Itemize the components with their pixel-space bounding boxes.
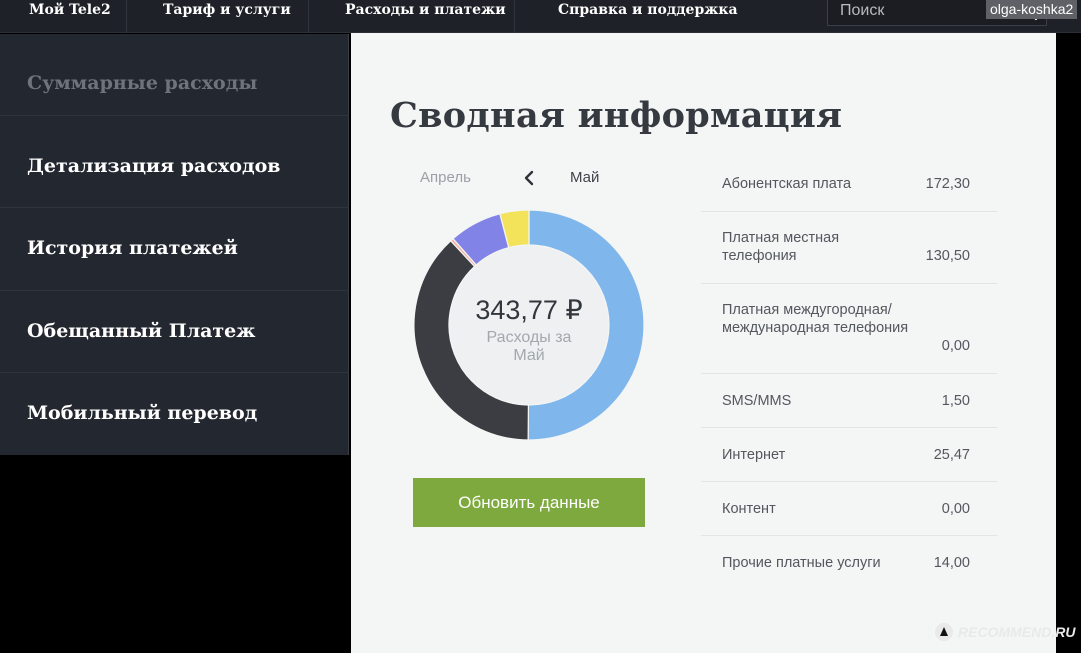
expense-label: Платная междугородная/ международная тел… bbox=[722, 302, 909, 336]
total-caption: Расходы за Май bbox=[486, 329, 572, 364]
expense-label: Абонентская плата bbox=[722, 176, 852, 192]
expense-label: Контент bbox=[722, 501, 776, 517]
expense-label: Платная местная телефония bbox=[722, 230, 840, 264]
nav-divider bbox=[126, 0, 127, 33]
user-name[interactable]: olga-koshka2 bbox=[986, 0, 1078, 19]
top-navigation: Мой Tele2 Тариф и услуги Расходы и плате… bbox=[0, 0, 1081, 33]
expense-value: 25,47 bbox=[933, 447, 970, 463]
page-title: Сводная информация bbox=[390, 95, 843, 136]
sidebar-item-expense-details[interactable]: Детализация расходов bbox=[0, 126, 349, 208]
recommend-logo-icon bbox=[935, 623, 953, 641]
sidebar-item-mobile-transfer[interactable]: Мобильный перевод bbox=[0, 373, 349, 455]
expense-row: SMS/MMS 1,50 bbox=[701, 374, 997, 428]
prev-month-link[interactable]: Апрель bbox=[420, 169, 471, 186]
expense-row: Прочие платные услуги 14,00 bbox=[701, 536, 997, 590]
watermark: RECOMMEND.RU bbox=[934, 620, 1075, 644]
chevron-left-icon[interactable] bbox=[523, 170, 535, 186]
nav-help-support[interactable]: Справка и поддержка bbox=[558, 0, 738, 33]
expense-value: 14,00 bbox=[933, 555, 970, 571]
expense-row: Платная местная телефония 130,50 bbox=[701, 212, 997, 284]
main-panel: Сводная информация Апрель Май 343,77 ₽ Р… bbox=[351, 33, 1056, 653]
expense-value: 130,50 bbox=[925, 248, 970, 264]
expense-row: Абонентская плата 172,30 bbox=[701, 158, 997, 212]
refresh-data-button[interactable]: Обновить данные bbox=[413, 478, 645, 527]
sidebar-item-label: Обещанный Платеж bbox=[27, 320, 256, 342]
current-month: Май bbox=[570, 169, 600, 186]
expense-value: 172,30 bbox=[925, 176, 970, 192]
nav-my-tele2[interactable]: Мой Tele2 bbox=[29, 0, 111, 33]
expense-value: 0,00 bbox=[941, 338, 970, 354]
sidebar-item-payment-history[interactable]: История платежей bbox=[0, 209, 349, 291]
total-amount: 343,77 ₽ bbox=[475, 295, 583, 325]
expenses-table: Абонентская плата 172,30 Платная местная… bbox=[701, 158, 997, 590]
expense-row: Интернет 25,47 bbox=[701, 428, 997, 482]
expense-label: SMS/MMS bbox=[722, 393, 792, 409]
sidebar-item-label: Детализация расходов bbox=[27, 155, 281, 177]
sidebar-item-label: Мобильный перевод bbox=[27, 402, 258, 424]
sidebar-item-total-expenses[interactable]: Суммарные расходы bbox=[0, 34, 349, 116]
expense-row: Платная междугородная/ международная тел… bbox=[701, 284, 997, 374]
expense-value: 0,00 bbox=[941, 501, 970, 517]
expense-row: Контент 0,00 bbox=[701, 482, 997, 536]
nav-tariff-services[interactable]: Тариф и услуги bbox=[163, 0, 291, 33]
expense-label: Прочие платные услуги bbox=[722, 555, 881, 571]
sidebar: Суммарные расходы Детализация расходов И… bbox=[0, 34, 349, 455]
watermark-text: RECOMMEND.RU bbox=[958, 624, 1076, 640]
nav-divider bbox=[308, 0, 309, 33]
search-input[interactable] bbox=[840, 0, 990, 22]
nav-expenses-payments[interactable]: Расходы и платежи bbox=[345, 0, 506, 33]
expense-label: Интернет bbox=[722, 447, 786, 463]
expense-value: 1,50 bbox=[941, 393, 970, 409]
sidebar-item-label: История платежей bbox=[27, 237, 238, 259]
sidebar-item-label: Суммарные расходы bbox=[27, 72, 258, 94]
nav-divider bbox=[514, 0, 515, 33]
sidebar-item-promised-payment[interactable]: Обещанный Платеж bbox=[0, 291, 349, 373]
